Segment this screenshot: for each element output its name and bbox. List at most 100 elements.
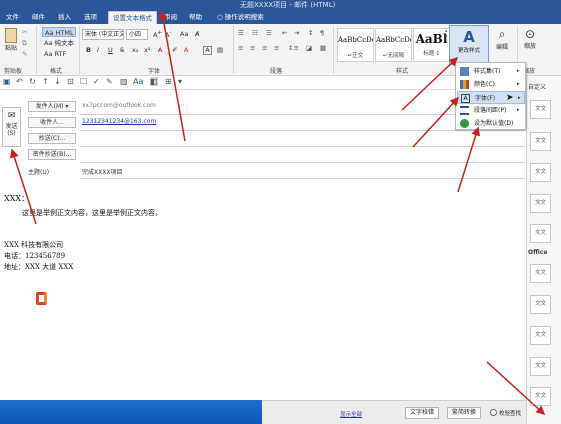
check-option-radio[interactable] bbox=[490, 409, 497, 416]
style-normal[interactable]: AaBbCcDc ↵正文 bbox=[337, 28, 374, 62]
bcc-button[interactable]: 密件抄送(B)... bbox=[28, 149, 76, 160]
increase-indent-icon[interactable]: ⇥ bbox=[294, 29, 299, 37]
format-painter-icon[interactable]: ✎ bbox=[22, 50, 27, 58]
style-thumbnail[interactable]: 文文 bbox=[530, 357, 551, 376]
save-icon[interactable]: ▣ bbox=[3, 77, 11, 86]
check-names-icon[interactable]: ✓ bbox=[93, 77, 100, 86]
address-book-icon[interactable]: ☐ bbox=[80, 77, 87, 86]
tab-review[interactable]: 审阅 bbox=[160, 11, 181, 24]
multilevel-list-icon[interactable]: ☰ bbox=[266, 29, 272, 37]
borders-icon[interactable]: ▦ bbox=[320, 44, 326, 52]
menu-item-colors[interactable]: 颜色(C) ▸ bbox=[457, 78, 525, 91]
shading-icon[interactable]: ◪ bbox=[306, 44, 312, 52]
highlight-icon[interactable]: ✐ bbox=[172, 46, 177, 54]
image-icon[interactable]: ▨ bbox=[120, 77, 128, 86]
char-border-icon[interactable]: A bbox=[203, 46, 212, 55]
zoom-button[interactable]: ⊙ 缩放 bbox=[520, 27, 540, 50]
to-value[interactable]: 12312341234@163.com bbox=[82, 118, 156, 125]
table-icon[interactable]: ⊞ bbox=[165, 77, 172, 86]
clear-format-icon[interactable]: A̸ bbox=[195, 30, 199, 38]
undo-icon[interactable]: ↶ bbox=[16, 77, 23, 86]
justify-icon[interactable]: ≡ bbox=[274, 44, 279, 52]
decrease-indent-icon[interactable]: ⇤ bbox=[282, 29, 287, 37]
align-center-icon[interactable]: ≡ bbox=[250, 44, 255, 52]
spelling-icon[interactable]: ✎ bbox=[106, 77, 113, 86]
char-shading-icon[interactable]: ▤ bbox=[217, 46, 223, 54]
menu-item-set-default[interactable]: 设为默认值(D) bbox=[457, 117, 525, 130]
underline-icon[interactable]: U bbox=[108, 46, 113, 54]
strikethrough-icon[interactable]: S̶ bbox=[120, 46, 124, 54]
style-thumbnail[interactable]: 文文 bbox=[530, 194, 551, 213]
lightbulb-icon: ○ bbox=[217, 13, 223, 21]
menu-item-fonts[interactable]: A 字体(F) ▸ bbox=[457, 91, 525, 104]
bullets-icon[interactable]: ☰ bbox=[238, 29, 244, 37]
style-thumbnail[interactable]: 文文 bbox=[530, 387, 551, 406]
body-paragraph: 这里是举例正文内容，这里是举例正文内容， bbox=[22, 209, 162, 217]
style-no-spacing[interactable]: AaBbCcDc ↵无间隔 bbox=[375, 28, 412, 62]
change-styles-button[interactable]: A 更改样式 bbox=[449, 25, 489, 65]
bold-icon[interactable]: B bbox=[86, 46, 91, 54]
sort-icon[interactable]: ↕ bbox=[308, 29, 313, 37]
style-thumbnail[interactable]: 文文 bbox=[530, 163, 551, 182]
superscript-icon[interactable]: x² bbox=[144, 46, 150, 54]
align-right-icon[interactable]: ≡ bbox=[262, 44, 267, 52]
from-button[interactable]: 发件人(M) ▾ bbox=[28, 101, 76, 112]
shrink-font-icon[interactable]: A- bbox=[165, 30, 171, 39]
tab-options[interactable]: 选项 bbox=[80, 11, 101, 24]
copy-icon[interactable]: ⧉ bbox=[22, 39, 27, 48]
red-font-icon[interactable]: A bbox=[184, 46, 188, 54]
style-thumbnail[interactable]: 文文 bbox=[530, 100, 551, 119]
cc-field[interactable] bbox=[80, 146, 525, 147]
font-color-icon[interactable]: A bbox=[158, 46, 162, 54]
tab-insert[interactable]: 插入 bbox=[54, 11, 75, 24]
send-icon: ✉ bbox=[7, 111, 16, 121]
numbering-icon[interactable]: ☷ bbox=[252, 29, 258, 37]
up-icon[interactable]: ↑ bbox=[42, 77, 49, 86]
italic-icon[interactable]: I bbox=[97, 46, 99, 54]
to-button[interactable]: 收件人... bbox=[28, 117, 76, 128]
editing-button[interactable]: ⌕ 编辑 bbox=[492, 27, 512, 51]
style-thumbnail[interactable]: 文文 bbox=[530, 326, 551, 345]
menu-item-style-set[interactable]: 样式集(T) ▸ bbox=[457, 65, 525, 78]
send-button[interactable]: ✉ 发送 (S) bbox=[2, 107, 21, 147]
style-thumbnail[interactable]: 文文 bbox=[530, 264, 551, 283]
layout-icon[interactable]: ◧ bbox=[150, 77, 158, 86]
window-title: 无题XXXX项目 - 邮件 (HTML) bbox=[240, 1, 336, 9]
font-name-select[interactable]: 宋体 (中文正文) bbox=[82, 29, 124, 40]
cut-icon[interactable]: ✂ bbox=[22, 28, 27, 36]
search-tell-me[interactable]: ○ 操作说明搜索 bbox=[213, 11, 268, 24]
show-all-link[interactable]: 显示全部 bbox=[340, 410, 362, 418]
change-case-icon[interactable]: Aa bbox=[180, 30, 188, 38]
subscript-icon[interactable]: x₂ bbox=[132, 46, 138, 54]
grow-font-icon[interactable]: A+ bbox=[153, 30, 162, 39]
separator bbox=[233, 26, 234, 74]
font-size-icon[interactable]: Aa bbox=[133, 77, 143, 86]
tab-mail[interactable]: 邮件 bbox=[28, 11, 49, 24]
tab-file[interactable]: 文件 bbox=[2, 11, 23, 24]
more-commands-icon[interactable]: ▾ bbox=[178, 77, 182, 86]
format-plain-option[interactable]: Aa 纯文本 bbox=[42, 38, 76, 48]
show-marks-icon[interactable]: ¶ bbox=[320, 29, 324, 37]
bcc-field[interactable] bbox=[80, 162, 525, 163]
cc-button[interactable]: 抄送(C)... bbox=[28, 133, 76, 144]
style-thumbnail[interactable]: 文文 bbox=[530, 295, 551, 314]
tab-format-text[interactable]: 设置文本格式 bbox=[108, 11, 157, 24]
menu-item-paragraph-spacing[interactable]: 段落间距(P) ▸ bbox=[457, 104, 525, 117]
paste-button[interactable]: 粘贴 bbox=[3, 28, 19, 52]
tab-help[interactable]: 帮助 bbox=[185, 11, 206, 24]
proofread-button[interactable]: 文字校错 bbox=[405, 407, 440, 419]
style-thumbnail[interactable]: 文文 bbox=[530, 132, 551, 151]
styles-scroll-icon[interactable]: ▴ ▾ bbox=[445, 28, 448, 40]
redo-icon[interactable]: ↻ bbox=[29, 77, 36, 86]
format-html-option[interactable]: Aa HTML bbox=[42, 27, 76, 37]
down-icon[interactable]: ↓ bbox=[54, 77, 61, 86]
font-size-select[interactable]: 小四 bbox=[126, 29, 148, 40]
format-rtf-option[interactable]: Aa RTF bbox=[42, 49, 76, 59]
align-left-icon[interactable]: ≡ bbox=[238, 44, 243, 52]
check-option-label: 校验查找 bbox=[499, 411, 522, 417]
style-thumbnail[interactable]: 文文 bbox=[530, 224, 551, 243]
subject-input[interactable]: 完成XXXX项目 bbox=[82, 167, 122, 176]
line-spacing-icon[interactable]: ↕≡ bbox=[288, 44, 299, 52]
attach-icon[interactable]: ⊡ bbox=[67, 77, 74, 86]
convert-button[interactable]: 繁简转换 bbox=[447, 407, 482, 419]
